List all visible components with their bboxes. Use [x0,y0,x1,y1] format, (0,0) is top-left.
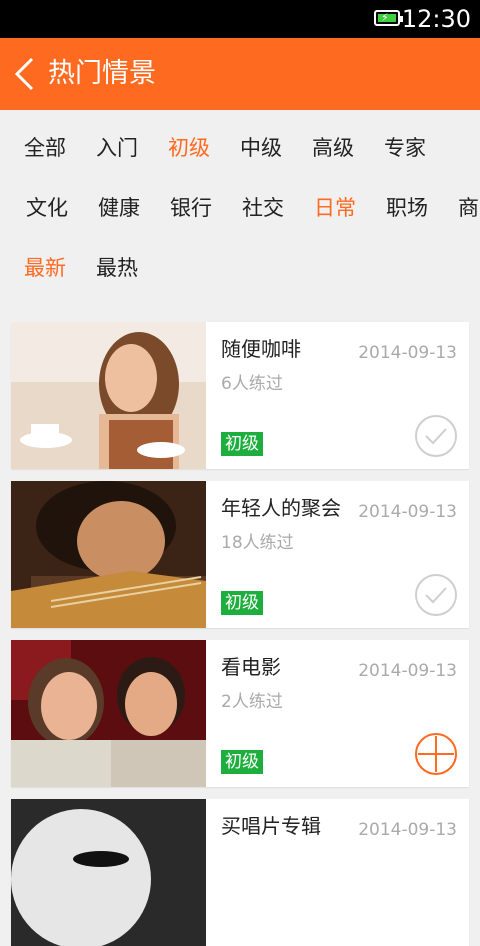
level-filter-row: 全部 入门 初级 中级 高级 专家 [0,118,480,178]
level-badge: 初级 [221,750,263,774]
filter-level-intermediate[interactable]: 中级 [240,118,282,178]
sort-hottest[interactable]: 最热 [96,238,138,298]
practice-count: 18人练过 [221,533,294,553]
level-badge: 初级 [221,432,263,456]
scene-thumbnail-coffee [11,322,206,469]
scene-thumbnail-album [11,799,206,946]
scene-thumbnail-party [11,481,206,628]
practice-count: 2人练过 [221,692,283,712]
scene-card[interactable]: 买唱片专辑 2014-09-13 [11,799,469,946]
scene-card[interactable]: 年轻人的聚会 2014-09-13 18人练过 初级 [11,481,469,628]
scene-date: 2014-09-13 [358,820,457,840]
scene-date: 2014-09-13 [358,502,457,522]
app-bar: 热门情景 [0,38,480,110]
practice-count: 6人练过 [221,374,283,394]
scene-title: 看电影 [221,655,281,679]
page-title: 热门情景 [48,58,156,89]
check-circle-icon[interactable] [414,414,458,458]
sort-filter-row: 最新 最热 [0,238,480,298]
filter-level-elementary[interactable]: 初级 [168,118,210,178]
filter-level-all[interactable]: 全部 [24,118,66,178]
sort-newest[interactable]: 最新 [24,238,66,298]
filter-level-intro[interactable]: 入门 [96,118,138,178]
filter-category-business[interactable]: 商 [458,178,479,238]
scene-date: 2014-09-13 [358,661,457,681]
chevron-left-icon[interactable] [12,56,38,92]
level-badge: 初级 [221,591,263,615]
filter-level-expert[interactable]: 专家 [384,118,426,178]
filter-level-advanced[interactable]: 高级 [312,118,354,178]
scene-title: 随便咖啡 [221,337,301,361]
scene-card[interactable]: 看电影 2014-09-13 2人练过 初级 [11,640,469,787]
filter-category-bank[interactable]: 银行 [170,178,212,238]
filter-category-health[interactable]: 健康 [98,178,140,238]
scene-title: 年轻人的聚会 [221,496,341,520]
battery-icon: ⚡ [374,10,403,26]
category-filter-row: 文化 健康 银行 社交 日常 职场 商 [0,178,480,238]
filter-category-daily[interactable]: 日常 [314,178,356,238]
filter-category-social[interactable]: 社交 [242,178,284,238]
status-time: 12:30 [401,5,471,33]
scene-thumbnail-movie [11,640,206,787]
scene-title: 买唱片专辑 [221,814,321,838]
scene-card[interactable]: 随便咖啡 2014-09-13 6人练过 初级 [11,322,469,469]
filter-category-workplace[interactable]: 职场 [386,178,428,238]
filter-category-culture[interactable]: 文化 [26,178,68,238]
status-bar: ⚡ 12:30 [0,0,480,38]
scene-date: 2014-09-13 [358,343,457,363]
plus-circle-icon[interactable] [414,732,458,776]
check-circle-icon[interactable] [414,573,458,617]
